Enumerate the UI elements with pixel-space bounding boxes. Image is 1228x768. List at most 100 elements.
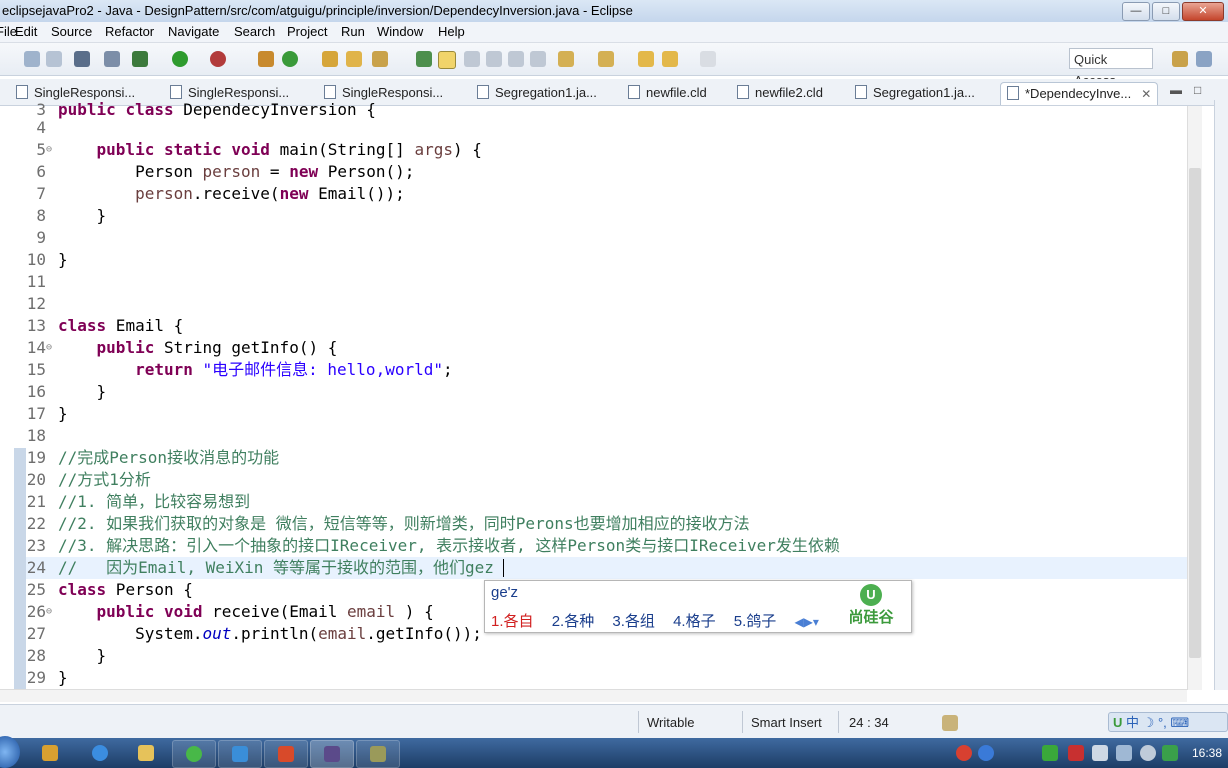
last-edit-icon[interactable] — [638, 51, 654, 67]
taskbar-app[interactable] — [310, 740, 354, 768]
horizontal-scrollbar[interactable] — [0, 689, 1187, 702]
menu-source[interactable]: Source — [51, 24, 92, 39]
new-package-icon[interactable] — [258, 51, 274, 67]
menu-search[interactable]: Search — [234, 24, 275, 39]
tool-icon — [370, 746, 386, 762]
start-button[interactable] — [0, 736, 20, 768]
coverage-icon[interactable] — [210, 51, 226, 67]
fold-icon[interactable]: ⊖ — [46, 601, 52, 623]
menu-refactor[interactable]: Refactor — [105, 24, 154, 39]
tab-segregation1-b[interactable]: Segregation1.ja... — [855, 82, 975, 104]
maximize-button[interactable]: □ — [1152, 2, 1180, 21]
alert-tray-icon[interactable] — [1068, 745, 1084, 761]
overview-ruler[interactable] — [1214, 100, 1228, 690]
prev-annotation-icon[interactable] — [598, 51, 614, 67]
back-icon[interactable] — [662, 51, 678, 67]
help-tray-icon[interactable] — [978, 745, 994, 761]
diagram-file-icon — [628, 85, 640, 99]
new-class-icon[interactable] — [282, 51, 298, 67]
annotation-icon[interactable] — [416, 51, 432, 67]
java-file-icon — [324, 85, 336, 99]
title-bar: eclipsejavaPro2 - Java - DesignPattern/s… — [0, 0, 1228, 23]
ime-candidate[interactable]: 5.鸽子 — [734, 613, 777, 630]
punctuation-icon: °, — [1157, 715, 1167, 730]
status-insert-mode: Smart Insert — [751, 715, 822, 730]
whiteboard-icon — [232, 746, 248, 762]
taskbar-app[interactable] — [356, 740, 400, 768]
keyboard-icon: ⌨ — [1170, 715, 1190, 730]
terminal-icon[interactable] — [74, 51, 90, 67]
java-perspective-icon[interactable] — [1196, 51, 1212, 67]
pilcrow-icon[interactable] — [530, 51, 546, 67]
status-bar: Writable Smart Insert 24 : 34 U 中 ☽ °, ⌨ — [0, 704, 1228, 739]
menu-help[interactable]: Help — [438, 24, 465, 39]
tab-segregation1-a[interactable]: Segregation1.ja... — [477, 82, 597, 104]
ime-logo-icon: U — [860, 584, 882, 606]
windows-taskbar: 16:38 — [0, 736, 1228, 768]
run-icon[interactable] — [172, 51, 188, 67]
security-tray-icon[interactable] — [1162, 745, 1178, 761]
minimize-button[interactable]: — — [1122, 2, 1150, 21]
color-app-icon[interactable] — [42, 745, 58, 761]
menu-edit[interactable]: Edit — [15, 24, 37, 39]
java-file-icon — [855, 85, 867, 99]
word-wrap-icon[interactable] — [486, 51, 502, 67]
tab-newfile2-cld[interactable]: newfile2.cld — [737, 82, 823, 104]
ie-icon[interactable] — [92, 745, 108, 761]
open-type-icon[interactable] — [322, 51, 338, 67]
fold-icon[interactable]: ⊖ — [46, 337, 52, 359]
scroll-thumb[interactable] — [1189, 168, 1201, 658]
save-all-icon[interactable] — [46, 51, 62, 67]
taskbar-app[interactable] — [172, 740, 216, 768]
signal-tray-icon[interactable] — [1116, 745, 1132, 761]
open-task-icon[interactable] — [346, 51, 362, 67]
minimize-editor-icon[interactable]: ▬ — [1170, 83, 1182, 97]
text-cursor — [503, 559, 504, 577]
taskbar-app[interactable] — [218, 740, 262, 768]
vertical-scrollbar[interactable] — [1187, 106, 1202, 690]
skip-breakpoints-icon[interactable] — [104, 51, 120, 67]
ime-candidate[interactable]: 1.各自 — [491, 613, 534, 630]
menu-run[interactable]: Run — [341, 24, 365, 39]
fold-icon[interactable]: ⊖ — [46, 139, 52, 161]
open-perspective-icon[interactable] — [1172, 51, 1188, 67]
save-icon[interactable] — [24, 51, 40, 67]
forward-icon[interactable] — [700, 51, 716, 67]
mark-occurrences-icon[interactable] — [438, 51, 456, 69]
window-title: eclipsejavaPro2 - Java - DesignPattern/s… — [2, 3, 633, 18]
network-tray-icon[interactable] — [1042, 745, 1058, 761]
tab-dependecyinversion[interactable]: *DependecyInve... ✕ — [1000, 82, 1159, 105]
taskbar-clock[interactable]: 16:38 — [1192, 746, 1222, 760]
next-annotation-icon[interactable] — [558, 51, 574, 67]
menu-window[interactable]: Window — [377, 24, 423, 39]
close-tab-icon[interactable]: ✕ — [1141, 87, 1151, 101]
status-writable: Writable — [647, 715, 695, 730]
ime-candidate[interactable]: 2.各种 — [552, 613, 595, 630]
taskbar-app[interactable] — [264, 740, 308, 768]
ime-candidate-window: ge'z 1.各自 2.各种 3.各组 4.格子 5.鸽子 ◀▶▾ U 尚硅谷 — [484, 580, 912, 633]
ime-logo: U 尚硅谷 — [840, 584, 902, 627]
menu-navigate[interactable]: Navigate — [168, 24, 219, 39]
menu-project[interactable]: Project — [287, 24, 327, 39]
block-selection-icon[interactable] — [464, 51, 480, 67]
close-button[interactable]: ✕ — [1182, 2, 1224, 21]
search-icon[interactable] — [372, 51, 388, 67]
ime-candidate[interactable]: 3.各组 — [612, 613, 655, 630]
show-whitespace-icon[interactable] — [508, 51, 524, 67]
ime-logo-icon: U — [1113, 715, 1123, 730]
sogou-tray-icon[interactable] — [956, 745, 972, 761]
volume-tray-icon[interactable] — [1140, 745, 1156, 761]
battery-tray-icon[interactable] — [1092, 745, 1108, 761]
eclipse-icon — [324, 746, 340, 762]
ime-page-arrows-icon[interactable]: ◀▶▾ — [794, 615, 818, 629]
ime-candidate[interactable]: 4.格子 — [673, 613, 716, 630]
debug-icon[interactable] — [132, 51, 148, 67]
browser-icon — [186, 746, 202, 762]
maximize-editor-icon[interactable]: □ — [1194, 83, 1201, 97]
tab-newfile-cld[interactable]: newfile.cld — [628, 82, 707, 104]
java-file-icon — [477, 85, 489, 99]
folder-icon[interactable] — [138, 745, 154, 761]
ime-status-bar[interactable]: U 中 ☽ °, ⌨ — [1108, 712, 1228, 732]
quick-access-input[interactable]: Quick Access — [1069, 48, 1153, 88]
memory-icon[interactable] — [942, 715, 958, 731]
